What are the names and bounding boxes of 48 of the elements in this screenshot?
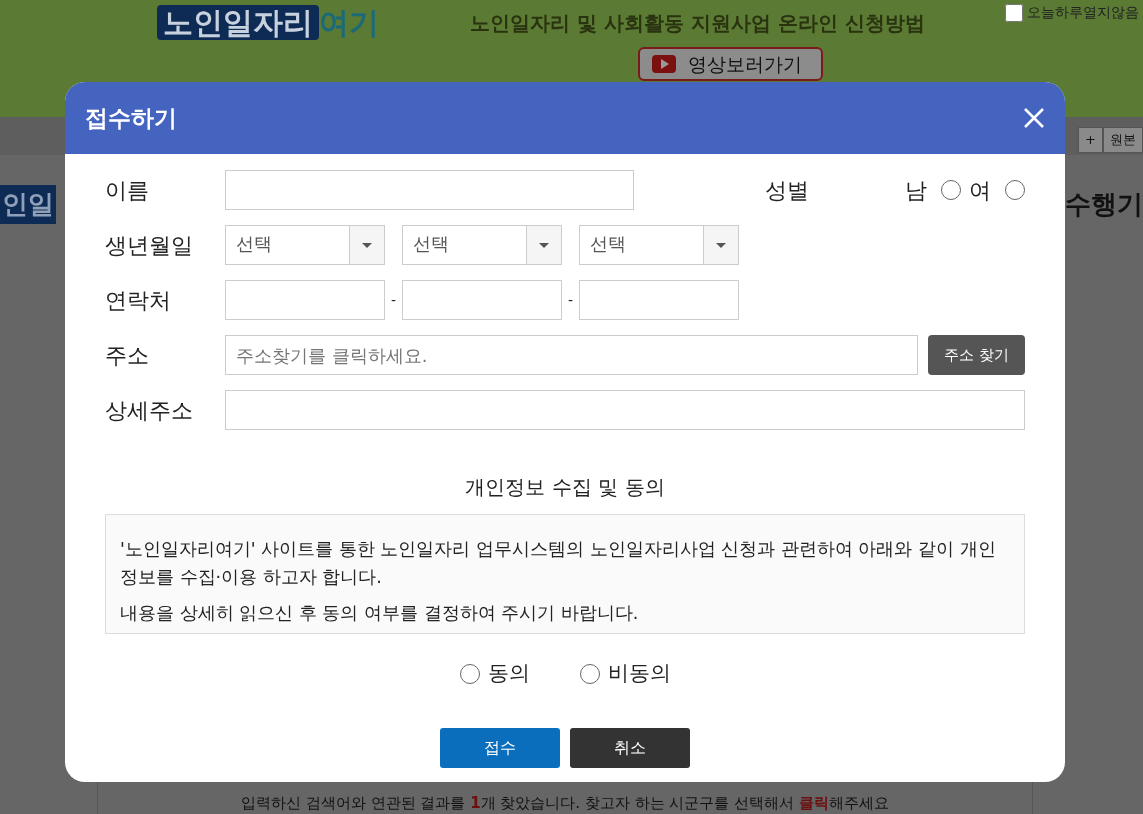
play-icon bbox=[652, 55, 676, 73]
field-label: 이름 bbox=[105, 176, 150, 205]
banner-headline: 노인일자리 및 사회활동 지원사업 온라인 신청방법 bbox=[470, 10, 925, 37]
submit-button[interactable]: 접수 bbox=[440, 727, 560, 768]
input-field[interactable]: 주소찾기를 클릭하세요. bbox=[225, 335, 918, 375]
radio-button[interactable] bbox=[941, 180, 961, 200]
input-field[interactable] bbox=[579, 280, 739, 320]
input-field[interactable] bbox=[224, 170, 634, 210]
radio-label: 비동의 bbox=[607, 660, 671, 687]
dialog-title: 접수하기 bbox=[85, 103, 177, 133]
field-label: 연락처 bbox=[105, 286, 172, 315]
logo-text: 여기 bbox=[319, 5, 379, 40]
radio-button[interactable] bbox=[459, 663, 480, 684]
close-icon[interactable] bbox=[1023, 107, 1045, 129]
input-field[interactable] bbox=[402, 280, 562, 320]
logo-text: 노인일자리 bbox=[157, 5, 319, 40]
field-label: 생년월일 bbox=[105, 231, 194, 260]
consent-title: 개인정보 수집 및 동의 bbox=[464, 474, 666, 501]
select-field[interactable]: 선택 bbox=[225, 225, 385, 265]
caret-icon bbox=[362, 242, 372, 248]
consent-paragraph: 내용을 상세히 읽으신 후 동의 여부를 결정하여 주시기 바랍니다. bbox=[120, 602, 640, 626]
result-message: 입력하신 검색어와 연관된 결과를 1개 찾았습니다. 찾고자 하는 시군구를 선택해서 클릭해주세요 bbox=[240, 792, 890, 814]
radio-label: 동의 bbox=[487, 660, 530, 687]
logo-text: 인일 bbox=[0, 185, 56, 224]
field-label: 주소 bbox=[105, 341, 150, 370]
radio-button[interactable] bbox=[1005, 180, 1025, 200]
checkbox-label: 오늘하루열지않음 bbox=[1027, 3, 1139, 22]
original-size-button[interactable]: 원본 bbox=[1103, 127, 1143, 153]
separator-text: - bbox=[389, 290, 398, 310]
radio-label: 남 bbox=[905, 176, 927, 205]
hide-today-checkbox[interactable] bbox=[1005, 3, 1023, 22]
input-field[interactable] bbox=[225, 390, 1025, 430]
field-label: 상세주소 bbox=[105, 396, 194, 425]
select-field[interactable]: 선택 bbox=[402, 225, 562, 265]
zoom-in-button[interactable]: + bbox=[1078, 127, 1103, 153]
address-search-button[interactable]: 주소 찾기 bbox=[928, 335, 1025, 375]
separator-text: - bbox=[566, 290, 575, 310]
radio-label: 여 bbox=[969, 176, 991, 205]
cancel-button[interactable]: 취소 bbox=[570, 727, 690, 768]
field-label: 성별 bbox=[765, 176, 809, 205]
caret-icon bbox=[539, 242, 549, 248]
consent-paragraph: '노인일자리여기' 사이트를 통한 노인일자리 업무시스템의 노인일자리사업 신청과 관련하여 아래와 같이 개인정보를 수집·이용 하고자 합니다. bbox=[120, 538, 997, 590]
caret-icon bbox=[716, 242, 726, 248]
radio-button[interactable] bbox=[579, 663, 600, 684]
section-heading: 수행기 bbox=[1065, 188, 1143, 221]
input-field[interactable] bbox=[225, 280, 385, 320]
video-button[interactable]: 영상보러가기 bbox=[638, 47, 823, 81]
select-field[interactable]: 선택 bbox=[579, 225, 739, 265]
